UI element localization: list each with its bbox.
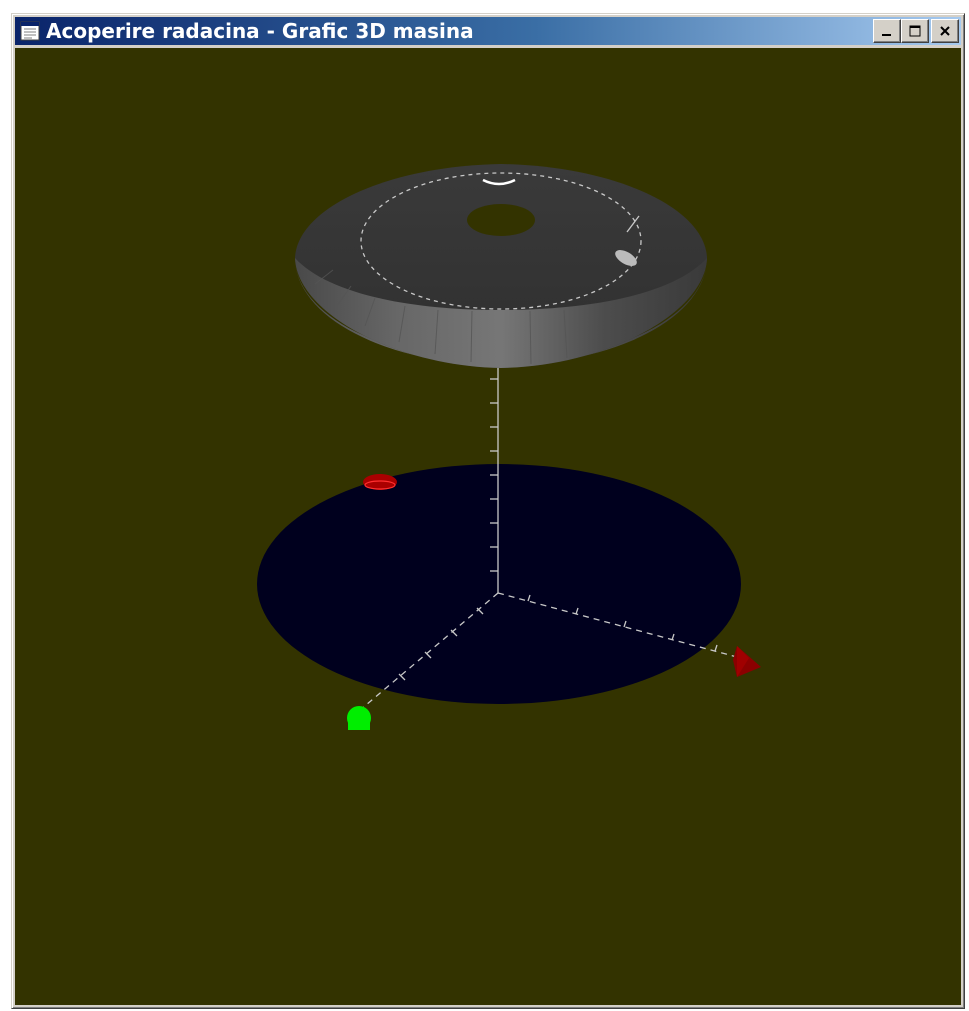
window-title: Acoperire radacina - Grafic 3D masina: [46, 19, 474, 43]
close-icon: [940, 26, 950, 36]
y-axis-marker-base: [348, 716, 370, 730]
3d-viewport[interactable]: [15, 48, 961, 1005]
cone-center-hole: [467, 204, 535, 236]
caption-buttons: [873, 19, 959, 43]
minimize-icon: [882, 34, 891, 36]
ground-disc: [257, 464, 741, 704]
minimize-button[interactable]: [873, 19, 901, 43]
window-app-icon[interactable]: [20, 21, 40, 41]
maximize-button[interactable]: [901, 19, 929, 43]
app-window: Acoperire radacina - Grafic 3D masina: [11, 13, 965, 1009]
close-button[interactable]: [931, 19, 959, 43]
title-bar[interactable]: Acoperire radacina - Grafic 3D masina: [15, 17, 961, 45]
maximize-icon: [909, 25, 921, 37]
3d-scene[interactable]: [15, 48, 961, 1005]
